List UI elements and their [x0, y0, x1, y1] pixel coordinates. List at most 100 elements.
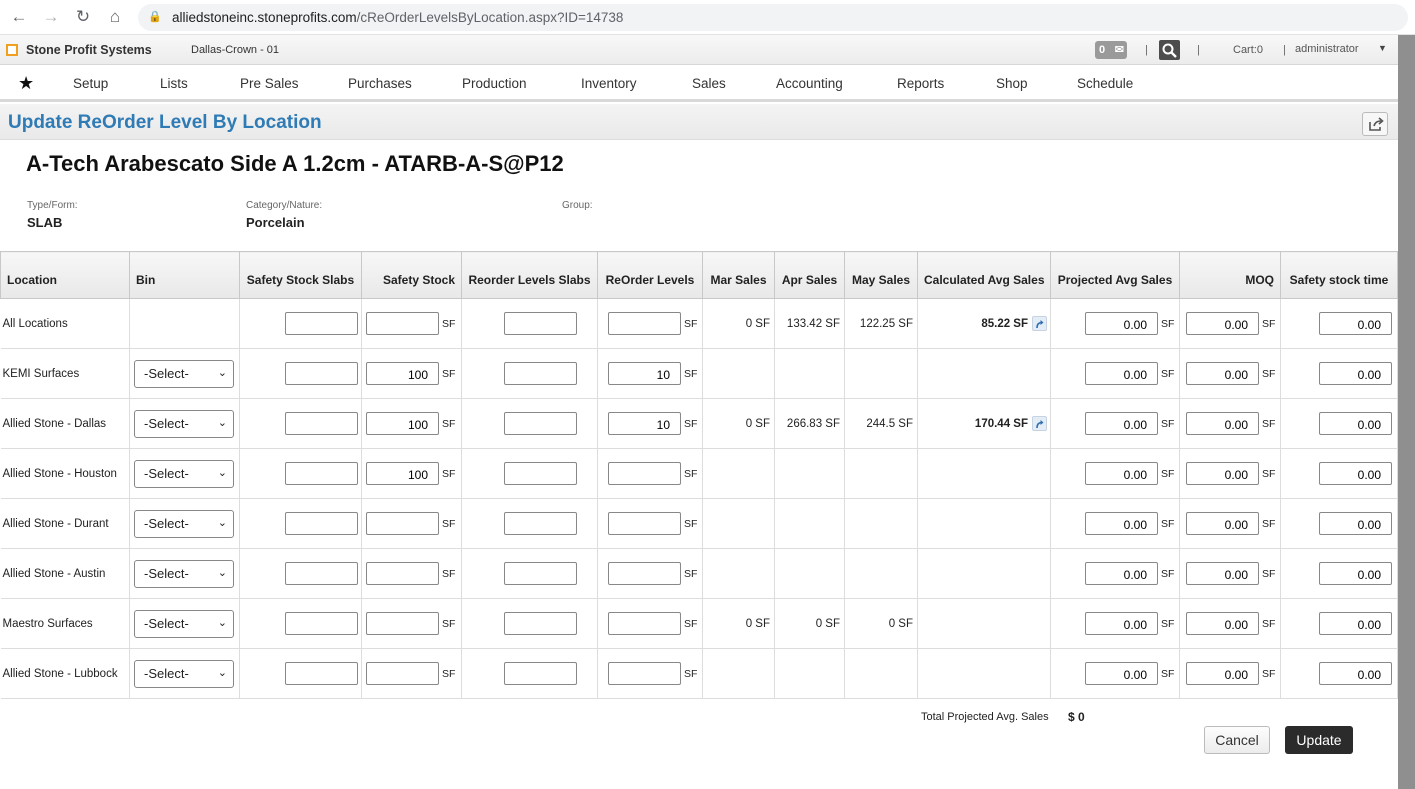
nav-production[interactable]: Production — [462, 76, 527, 91]
forward-arrow-icon[interactable]: → — [40, 6, 62, 28]
safety-stock-slabs-input[interactable] — [285, 362, 358, 385]
calc-avg-sales-cell — [917, 348, 1051, 399]
projected-avg-sales-input[interactable] — [1085, 612, 1158, 635]
nav-pre-sales[interactable]: Pre Sales — [240, 76, 299, 91]
reorder-slabs-cell — [461, 448, 598, 499]
apply-arrow-icon[interactable] — [1032, 316, 1047, 331]
reload-icon[interactable]: ↻ — [72, 6, 94, 28]
reorder-levels-input[interactable] — [608, 362, 681, 385]
safety-stock-time-input[interactable] — [1319, 612, 1392, 635]
bin-select[interactable]: -Select- ⌄ — [134, 559, 234, 588]
bin-cell: -Select- ⌄ — [129, 598, 240, 649]
caret-down-icon[interactable]: ▼ — [1378, 43, 1387, 53]
safety-stock-time-input[interactable] — [1319, 362, 1392, 385]
search-button[interactable] — [1159, 40, 1180, 60]
cart-link[interactable]: Cart:0 — [1233, 44, 1263, 56]
moq-input[interactable] — [1186, 412, 1259, 435]
moq-input[interactable] — [1186, 662, 1259, 685]
bin-select[interactable]: -Select- ⌄ — [134, 359, 234, 388]
unit-sf: SF — [1161, 417, 1175, 430]
apply-arrow-icon[interactable] — [1032, 416, 1047, 431]
moq-input[interactable] — [1186, 512, 1259, 535]
safety-stock-time-input[interactable] — [1319, 662, 1392, 685]
safety-stock-time-input[interactable] — [1319, 412, 1392, 435]
reorder-levels-input[interactable] — [608, 612, 681, 635]
reorder-levels-slabs-input[interactable] — [504, 562, 577, 585]
bin-select[interactable]: -Select- ⌄ — [134, 409, 234, 438]
safety-stock-time-input[interactable] — [1319, 512, 1392, 535]
reorder-levels-input[interactable] — [608, 312, 681, 335]
reorder-levels-input[interactable] — [608, 562, 681, 585]
messages-button[interactable]: 0 ✉ — [1095, 41, 1127, 59]
nav-purchases[interactable]: Purchases — [348, 76, 412, 91]
safety-stock-time-input[interactable] — [1319, 462, 1392, 485]
safety-stock-slabs-input[interactable] — [285, 512, 358, 535]
nav-accounting[interactable]: Accounting — [776, 76, 843, 91]
safety-stock-input[interactable] — [366, 512, 439, 535]
projected-avg-sales-input[interactable] — [1085, 412, 1158, 435]
reorder-levels-cell: SF — [597, 448, 703, 499]
page-scrollbar[interactable] — [1398, 35, 1415, 789]
moq-input[interactable] — [1186, 362, 1259, 385]
moq-input[interactable] — [1186, 312, 1259, 335]
back-arrow-icon[interactable]: ← — [8, 6, 30, 28]
reorder-levels-slabs-input[interactable] — [504, 362, 577, 385]
nav-sales[interactable]: Sales — [692, 76, 726, 91]
bin-select[interactable]: -Select- ⌄ — [134, 509, 234, 538]
nav-shop[interactable]: Shop — [996, 76, 1028, 91]
safety-stock-time-input[interactable] — [1319, 312, 1392, 335]
home-icon[interactable]: ⌂ — [104, 6, 126, 28]
reorder-levels-input[interactable] — [608, 662, 681, 685]
projected-avg-sales-input[interactable] — [1085, 462, 1158, 485]
safety-stock-slabs-input[interactable] — [285, 412, 358, 435]
favorites-star-icon[interactable]: ★ — [18, 73, 34, 94]
cancel-button[interactable]: Cancel — [1204, 726, 1270, 754]
nav-reports[interactable]: Reports — [897, 76, 944, 91]
projected-avg-sales-input[interactable] — [1085, 662, 1158, 685]
nav-lists[interactable]: Lists — [160, 76, 188, 91]
safety-stock-time-input[interactable] — [1319, 562, 1392, 585]
reorder-levels-input[interactable] — [608, 412, 681, 435]
reorder-levels-slabs-input[interactable] — [504, 612, 577, 635]
safety-stock-input[interactable] — [366, 462, 439, 485]
user-menu[interactable]: administrator — [1295, 43, 1359, 55]
reorder-levels-slabs-input[interactable] — [504, 462, 577, 485]
safety-stock-input[interactable] — [366, 612, 439, 635]
safety-stock-slabs-input[interactable] — [285, 462, 358, 485]
bin-select[interactable]: -Select- ⌄ — [134, 609, 234, 638]
moq-input[interactable] — [1186, 562, 1259, 585]
reorder-levels-input[interactable] — [608, 462, 681, 485]
safety-stock-slabs-input[interactable] — [285, 312, 358, 335]
bin-select-value: -Select- — [144, 515, 189, 531]
projected-avg-sales-input[interactable] — [1085, 512, 1158, 535]
export-button[interactable] — [1362, 112, 1388, 136]
safety-stock-slabs-input[interactable] — [285, 612, 358, 635]
moq-input[interactable] — [1186, 612, 1259, 635]
projected-avg-sales-input[interactable] — [1085, 562, 1158, 585]
update-button[interactable]: Update — [1285, 726, 1353, 754]
reorder-levels-slabs-input[interactable] — [504, 312, 577, 335]
reorder-levels-slabs-input[interactable] — [504, 662, 577, 685]
app-name[interactable]: Stone Profit Systems — [26, 43, 152, 57]
safety-stock-slabs-input[interactable] — [285, 662, 358, 685]
nav-inventory[interactable]: Inventory — [581, 76, 637, 91]
reorder-levels-slabs-input[interactable] — [504, 412, 577, 435]
safety-stock-input[interactable] — [366, 312, 439, 335]
nav-schedule[interactable]: Schedule — [1077, 76, 1133, 91]
projected-avg-sales-input[interactable] — [1085, 362, 1158, 385]
safety-stock-input[interactable] — [366, 562, 439, 585]
reorder-levels-input[interactable] — [608, 512, 681, 535]
safety-stock-input[interactable] — [366, 662, 439, 685]
moq-input[interactable] — [1186, 462, 1259, 485]
safety-stock-input[interactable] — [366, 362, 439, 385]
projected-avg-sales-input[interactable] — [1085, 312, 1158, 335]
reorder-levels-slabs-input[interactable] — [504, 512, 577, 535]
safety-stock-slabs-input[interactable] — [285, 562, 358, 585]
safety-stock-input[interactable] — [366, 412, 439, 435]
bin-select[interactable]: -Select- ⌄ — [134, 459, 234, 488]
nav-setup[interactable]: Setup — [73, 76, 108, 91]
unit-sf: SF — [442, 617, 456, 630]
company-name[interactable]: Dallas-Crown - 01 — [191, 44, 279, 56]
bin-select[interactable]: -Select- ⌄ — [134, 659, 234, 688]
address-bar[interactable]: 🔒 alliedstoneinc.stoneprofits.com/cReOrd… — [138, 4, 1408, 31]
